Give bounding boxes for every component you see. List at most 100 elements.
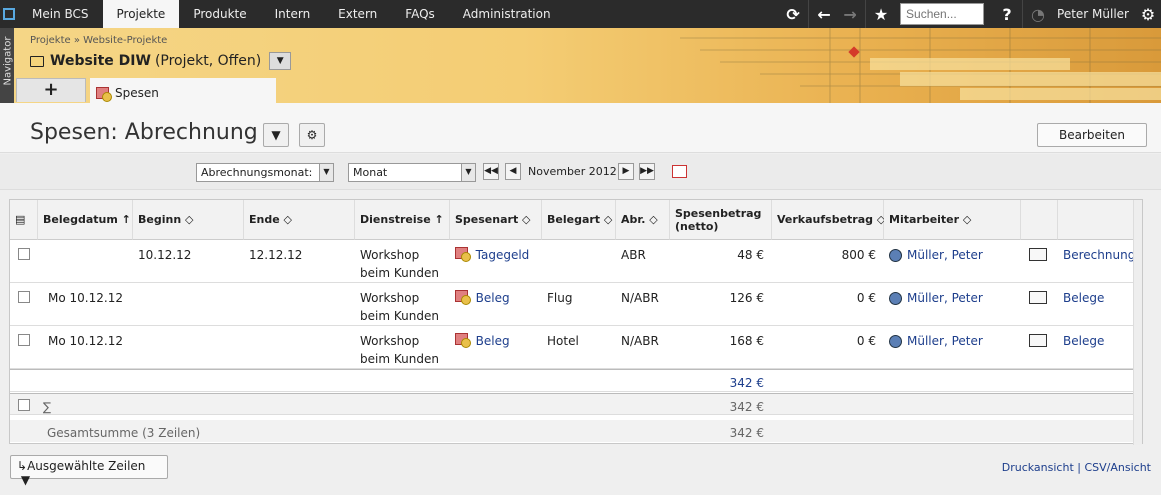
cell-dienstreise: Workshop beim Kunden xyxy=(360,248,439,280)
cell-mitarbeiter[interactable]: Müller, Peter xyxy=(884,285,988,311)
settings-gear-icon[interactable]: ⚙ xyxy=(299,123,325,147)
back-arrow-icon[interactable]: ← xyxy=(811,5,837,24)
row-checkbox[interactable] xyxy=(18,291,30,303)
search-input[interactable] xyxy=(900,3,985,25)
column-header-ende[interactable]: Ende ◇ xyxy=(244,200,355,240)
breadcrumb-projekte[interactable]: Projekte xyxy=(30,35,71,46)
breadcrumb: Projekte » Website-Projekte xyxy=(30,35,167,46)
menu-mein-bcs[interactable]: Mein BCS xyxy=(18,0,103,28)
cell-spesenart[interactable]: Beleg xyxy=(450,328,515,354)
tab-spesen-label: Spesen xyxy=(115,86,159,100)
selected-rows-button[interactable]: ↳Ausgewählte Zeilen ▼ xyxy=(10,455,168,487)
user-name[interactable]: Peter Müller xyxy=(1051,7,1135,21)
menu-administration[interactable]: Administration xyxy=(449,0,565,28)
granularity-value: Monat xyxy=(353,166,388,179)
sum-row: ∑ 342 € xyxy=(10,393,1134,415)
menu-produkte[interactable]: Produkte xyxy=(179,0,260,28)
column-header-mitarbeiter[interactable]: Mitarbeiter ◇ xyxy=(884,200,1021,240)
expenses-icon xyxy=(96,87,112,102)
page-header: Spesen: Abrechnung ▼ ⚙ Bearbeiten xyxy=(0,103,1161,153)
row-checkbox[interactable] xyxy=(18,334,30,346)
expenses-icon xyxy=(455,290,471,305)
sync-icon[interactable]: ⟳ xyxy=(780,5,806,24)
cell-link[interactable]: Berechnung xyxy=(1058,242,1140,268)
column-header-abr[interactable]: Abr. ◇ xyxy=(616,200,670,240)
column-header-action xyxy=(1021,200,1058,240)
table-row[interactable]: 10.12.12 12.12.12 Workshop beim Kunden T… xyxy=(10,240,1135,283)
top-navigation-bar: Mein BCS Projekte Produkte Intern Extern… xyxy=(0,0,1161,28)
cell-link[interactable]: Belege xyxy=(1058,328,1109,354)
cell-mitarbeiter[interactable]: Müller, Peter xyxy=(884,242,988,268)
last-period-button[interactable]: ▶▶ xyxy=(639,163,655,180)
edit-icon[interactable] xyxy=(1029,291,1047,304)
first-period-button[interactable]: ◀◀ xyxy=(483,163,499,180)
column-header-belegdatum[interactable]: Belegdatum ↑ xyxy=(38,200,133,240)
breadcrumb-website-projekte[interactable]: Website-Projekte xyxy=(83,35,167,46)
current-period: November 2012 xyxy=(528,165,617,178)
column-header-spesenbetrag[interactable]: Spesenbetrag (netto) xyxy=(670,200,772,240)
next-period-button[interactable]: ▶ xyxy=(618,163,634,180)
person-icon xyxy=(889,249,902,262)
cell-verkaufsbetrag: 0 € xyxy=(856,334,876,348)
cell-mitarbeiter[interactable]: Müller, Peter xyxy=(884,328,988,354)
csv-view-link[interactable]: CSV/Ansicht xyxy=(1084,461,1151,474)
edit-icon[interactable] xyxy=(1029,248,1047,261)
selected-rows-label: Ausgewählte Zeilen xyxy=(27,459,146,473)
cell-belegdatum: Mo 10.12.12 xyxy=(48,334,123,348)
cell-dienstreise: Workshop beim Kunden xyxy=(360,291,439,323)
stopwatch-icon[interactable]: ◔ xyxy=(1025,5,1051,24)
cell-spesenbetrag: 48 € xyxy=(737,248,764,262)
row-checkbox[interactable] xyxy=(18,248,30,260)
tab-spesen[interactable]: Spesen xyxy=(90,78,276,103)
edit-button[interactable]: Bearbeiten xyxy=(1037,123,1147,147)
person-icon xyxy=(889,292,902,305)
column-header-link xyxy=(1058,200,1134,240)
menu-projekte[interactable]: Projekte xyxy=(102,0,180,28)
add-tab-button[interactable]: + xyxy=(16,78,86,102)
grand-total-label: Gesamtsumme (3 Zeilen) xyxy=(47,426,201,440)
star-icon[interactable]: ★ xyxy=(868,5,894,24)
select-all-checkbox[interactable] xyxy=(18,399,30,411)
cell-spesenart[interactable]: Tagegeld xyxy=(450,242,534,268)
cell-spesenart[interactable]: Beleg xyxy=(450,285,515,311)
column-header-belegart[interactable]: Belegart ◇ xyxy=(542,200,616,240)
cell-abr: N/ABR xyxy=(621,334,659,348)
period-type-select[interactable]: Abrechnungsmonat: ▼ xyxy=(196,163,334,182)
cell-dienstreise: Workshop beim Kunden xyxy=(360,334,439,366)
navigator-label: Navigator xyxy=(2,36,14,86)
navigator-panel[interactable]: Navigator xyxy=(0,28,14,103)
table-row[interactable]: Mo 10.12.12 Workshop beim Kunden Beleg H… xyxy=(10,326,1134,369)
help-icon[interactable]: ? xyxy=(994,5,1020,24)
forward-arrow-icon[interactable]: → xyxy=(837,5,863,24)
column-header-verkaufsbetrag[interactable]: Verkaufsbetrag ◇ xyxy=(772,200,885,240)
project-dropdown-button[interactable]: ▼ xyxy=(269,52,292,70)
menu-faqs[interactable]: FAQs xyxy=(391,0,449,28)
table-row[interactable]: Mo 10.12.12 Workshop beim Kunden Beleg F… xyxy=(10,283,1134,326)
sum-symbol: ∑ xyxy=(43,400,52,414)
subtotal-row: 342 € xyxy=(10,369,1134,392)
menu-extern[interactable]: Extern xyxy=(324,0,391,28)
column-header-dienstreise[interactable]: Dienstreise ↑ xyxy=(355,200,450,240)
column-header-spesenart[interactable]: Spesenart ◇ xyxy=(450,200,542,240)
menu-intern[interactable]: Intern xyxy=(261,0,325,28)
cell-ende: 12.12.12 xyxy=(249,248,303,262)
expenses-table: ▤ Belegdatum ↑ Beginn ◇ Ende ◇ Dienstrei… xyxy=(9,199,1143,445)
toolbar-divider xyxy=(865,0,867,28)
footer-links: Druckansicht | CSV/Ansicht xyxy=(1002,461,1151,474)
footer-separator: | xyxy=(1077,461,1081,474)
calendar-icon[interactable] xyxy=(672,165,687,178)
cell-link[interactable]: Belege xyxy=(1058,285,1109,311)
cell-ende xyxy=(244,328,254,336)
toolbar-divider xyxy=(808,0,810,28)
table-scrollbar[interactable] xyxy=(1133,200,1142,445)
edit-icon[interactable] xyxy=(1029,334,1047,347)
print-view-link[interactable]: Druckansicht xyxy=(1002,461,1074,474)
column-header-beginn[interactable]: Beginn ◇ xyxy=(133,200,244,240)
gear-icon[interactable]: ⚙ xyxy=(1135,5,1161,24)
granularity-select[interactable]: Monat ▼ xyxy=(348,163,476,182)
view-dropdown-button[interactable]: ▼ xyxy=(263,123,289,147)
chevron-down-icon: ▼ xyxy=(461,164,475,181)
app-logo-icon[interactable] xyxy=(0,0,18,28)
column-chooser-icon[interactable]: ▤ xyxy=(10,200,38,240)
previous-period-button[interactable]: ◀ xyxy=(505,163,521,180)
